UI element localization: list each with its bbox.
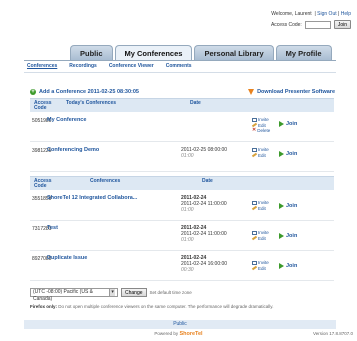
col-conferences: Conferences [90, 178, 121, 184]
user-bar: Welcome, Laurent | Sign Out | Help [271, 11, 351, 17]
play-icon [279, 121, 284, 127]
conference-name-link[interactable]: Conferencing Demo [47, 147, 99, 153]
tab-divider [24, 60, 336, 61]
conference-name-link[interactable]: Test [47, 225, 58, 231]
version-text: Version 17.8.8707.0 [312, 331, 353, 336]
subnav-conference-viewer[interactable]: Conference Viewer [109, 63, 154, 69]
join-link[interactable]: Join [279, 233, 297, 239]
subnav-conferences[interactable]: Conferences [27, 63, 57, 69]
powered-by: Powered by ShoreTel [154, 331, 203, 337]
pencil-icon [251, 265, 258, 271]
envelope-icon [252, 261, 257, 265]
access-code-label: Access Code: [270, 21, 302, 28]
join-link[interactable]: Join [279, 263, 297, 269]
table-row: 5051989 My Conference Invite Edit ✕ Delet… [30, 115, 334, 142]
edit-action[interactable]: Edit [251, 235, 269, 242]
conference-date: 2011-02-24 2011-02-24 16:00:00 00:30 [181, 255, 228, 273]
conference-date: 2011-02-25 08:00:00 01:00 [181, 147, 228, 159]
join-button[interactable]: Join [333, 20, 351, 29]
add-conference-label: Add a Conference 2011-02-25 08:30:05 [39, 89, 139, 95]
subnav-recordings[interactable]: Recordings [69, 63, 97, 69]
table-row: 3551859 ShoreTel 12 Integrated Collabora… [30, 193, 334, 221]
col-access-code: Access Code [34, 178, 52, 189]
join-link[interactable]: Join [279, 151, 297, 157]
delete-action[interactable]: ✕ Delete [252, 127, 270, 134]
today-table-header: Access Code Today's Conferences Date [30, 98, 334, 112]
edit-action[interactable]: Edit [251, 265, 269, 272]
shoretel-logo: ShoreTel [179, 331, 203, 337]
table-row: 7317281 Test 2011-02-24 2011-02-24 11:00… [30, 223, 334, 251]
row-actions: Invite Edit ✕ Delete [251, 117, 270, 134]
tab-my-profile[interactable]: My Profile [275, 45, 332, 60]
sub-navigation: Conferences Recordings Conference Viewer… [27, 63, 192, 69]
envelope-icon [252, 148, 257, 152]
main-tabs: Public My Conferences Personal Library M… [70, 45, 332, 61]
row-actions: Invite Edit [251, 230, 269, 242]
col-date: Date [202, 178, 213, 184]
conference-name-link[interactable]: My Conference [47, 117, 86, 123]
access-code-row: Access Code: Join [271, 20, 351, 29]
conference-name-link[interactable]: Duplicate Issue [47, 255, 87, 261]
timezone-select[interactable]: (UTC -08:00) Pacific (US & Canada) ▾ [30, 288, 118, 302]
row-actions: Invite Edit [251, 260, 269, 272]
firefox-warning: Firefox only: Do not open multiple confe… [30, 304, 274, 309]
conferences-table-header: Access Code Conferences Date [30, 176, 334, 190]
download-label: Download Presenter Software [257, 89, 335, 95]
envelope-icon [252, 118, 257, 122]
subnav-comments[interactable]: Comments [166, 63, 192, 69]
table-row: 8927085 Duplicate Issue 2011-02-24 2011-… [30, 253, 334, 281]
tab-personal-library[interactable]: Personal Library [194, 45, 274, 60]
edit-action[interactable]: Edit [251, 205, 269, 212]
subnav-divider [24, 72, 336, 73]
conference-date: 2011-02-24 2011-02-24 11:00:00 01:00 [181, 195, 227, 213]
delete-x-icon: ✕ [252, 127, 257, 133]
join-link[interactable]: Join [279, 121, 297, 127]
join-link[interactable]: Join [279, 203, 297, 209]
tab-public[interactable]: Public [70, 45, 113, 60]
edit-action[interactable]: Edit [251, 152, 269, 159]
download-presenter-link[interactable]: Download Presenter Software [248, 89, 335, 95]
play-icon [279, 263, 284, 269]
table-row: 3981225 Conferencing Demo 2011-02-25 08:… [30, 145, 334, 172]
plus-icon: + [30, 89, 36, 95]
access-code-input[interactable] [304, 20, 331, 29]
envelope-icon [252, 231, 257, 235]
timezone-row: (UTC -08:00) Pacific (US & Canada) ▾ Cha… [30, 288, 192, 302]
play-icon [279, 233, 284, 239]
pencil-icon [251, 235, 258, 241]
envelope-icon [252, 201, 257, 205]
help-link[interactable]: Help [341, 11, 351, 17]
play-icon [279, 203, 284, 209]
timezone-note: Set default time zone [149, 290, 192, 295]
col-access-code: Access Code [34, 100, 52, 111]
sign-out-link[interactable]: Sign Out [317, 11, 336, 17]
footer-public-link[interactable]: Public [173, 321, 187, 327]
conference-name-link[interactable]: ShoreTel 12 Integrated Collabora... [47, 195, 137, 201]
conference-date: 2011-02-24 2011-02-24 11:00:00 01:00 [181, 225, 227, 243]
row-actions: Invite Edit [251, 147, 269, 159]
tab-my-conferences[interactable]: My Conferences [114, 45, 193, 61]
chevron-down-icon: ▾ [109, 289, 115, 296]
col-today-conferences: Today's Conferences [66, 100, 116, 106]
col-date: Date [190, 100, 201, 106]
footer-bar: Public [24, 320, 336, 329]
pencil-icon [251, 152, 258, 158]
row-actions: Invite Edit [251, 200, 269, 212]
change-timezone-button[interactable]: Change [121, 288, 147, 297]
pencil-icon [251, 205, 258, 211]
play-icon [279, 151, 284, 157]
add-conference-link[interactable]: + Add a Conference 2011-02-25 08:30:05 [30, 89, 139, 95]
welcome-text: Welcome, Laurent [271, 11, 312, 17]
download-arrow-icon [248, 89, 255, 95]
